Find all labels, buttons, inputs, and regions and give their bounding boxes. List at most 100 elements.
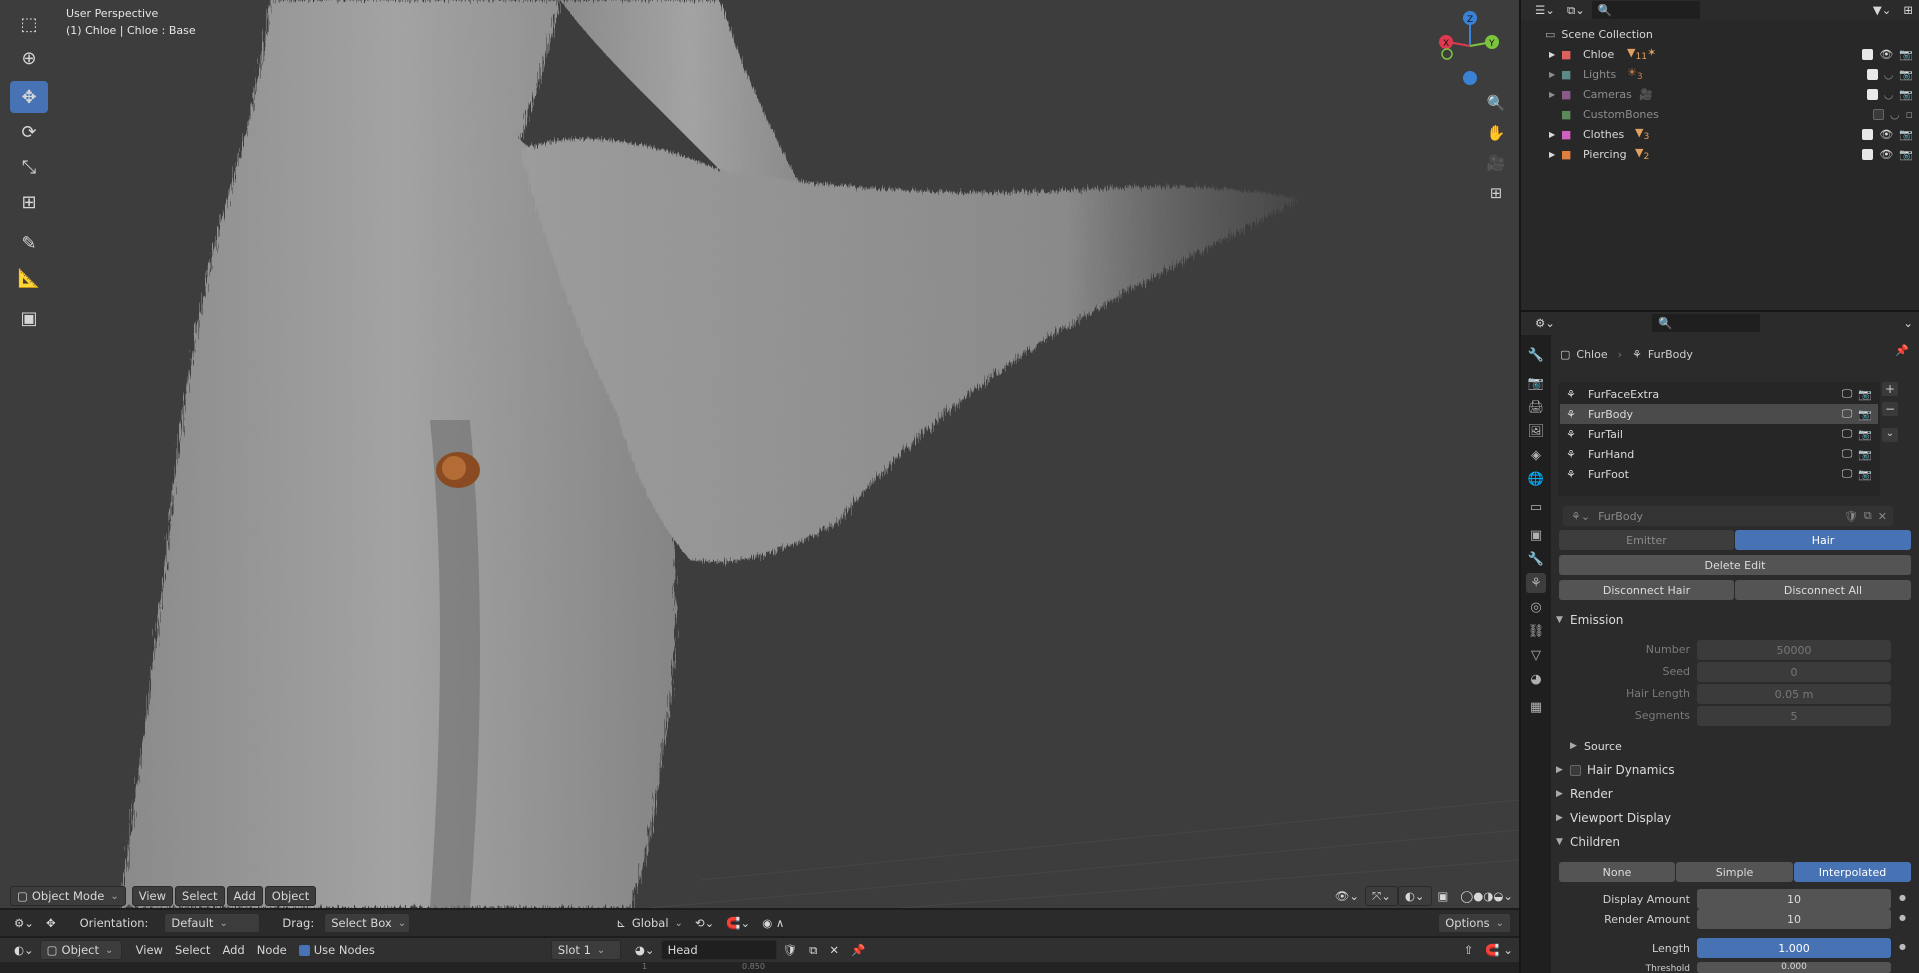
unlink-icon[interactable]: ✕ — [1878, 510, 1887, 523]
ortho-grid-icon[interactable]: ⊞ — [1482, 180, 1510, 206]
rotate-tool[interactable]: ⟳ — [10, 116, 48, 148]
segments-field[interactable]: 5 — [1697, 706, 1891, 726]
slot-select[interactable]: Slot 1 — [550, 940, 621, 960]
hair-length-field[interactable]: 0.05 m — [1697, 684, 1891, 704]
properties-editor-icon[interactable]: ⚙⌄ — [1529, 313, 1561, 333]
physics-tab-icon[interactable]: ◎ — [1526, 597, 1546, 617]
drag-select[interactable]: Select Box — [324, 913, 411, 933]
exclude-checkbox[interactable] — [1866, 88, 1878, 100]
transform-orientation-select[interactable]: ⊾ Global — [610, 913, 689, 933]
outliner-item-custombones[interactable]: ■ CustomBones ◡ ▫ — [1521, 104, 1919, 124]
node-menu-view[interactable]: View — [130, 940, 169, 960]
outliner-search[interactable]: 🔍 — [1590, 0, 1701, 20]
expand-arrow-icon[interactable]: ▶ — [1549, 150, 1561, 159]
chevron-down-icon[interactable]: ⌄ — [1882, 428, 1898, 442]
mode-select[interactable]: ▢ Object Mode — [10, 886, 126, 906]
transform-tool-icon[interactable]: ✥ — [40, 913, 62, 933]
orientation-select[interactable]: Default — [164, 913, 261, 933]
expand-arrow-icon[interactable]: ▶ — [1549, 90, 1561, 99]
node-menu-add[interactable]: Add — [216, 940, 250, 960]
material-browse-icon[interactable]: ◕⌄ — [629, 940, 661, 960]
list-item[interactable]: ⚘ FurTail 🖵 📷 — [1560, 424, 1878, 444]
expand-arrow-icon[interactable]: ▶ — [1549, 50, 1561, 59]
hair-tab[interactable]: Hair — [1735, 530, 1911, 550]
output-tab-icon[interactable]: 🖨 — [1526, 397, 1546, 417]
area-divider[interactable] — [1519, 0, 1521, 973]
material-tab-icon[interactable]: ◕ — [1526, 669, 1546, 689]
eye-closed-icon[interactable]: ◡ — [1884, 68, 1894, 81]
keyframe-dot-icon[interactable]: ● — [1899, 893, 1906, 902]
fake-user-icon[interactable]: 🛡 — [1844, 510, 1858, 523]
options-button[interactable]: Options — [1438, 913, 1511, 933]
list-item[interactable]: ⚘ FurFoot 🖵 📷 — [1560, 464, 1878, 484]
visibility-icon[interactable]: 👁⌄ — [1329, 886, 1365, 906]
eye-closed-icon[interactable]: ◡ — [1884, 88, 1894, 101]
xray-icon[interactable]: ▣ — [1432, 886, 1455, 906]
menu-object[interactable]: Object — [264, 886, 317, 906]
collection-tab-icon[interactable]: ▭ — [1526, 497, 1546, 517]
outliner-editor-icon[interactable]: ☰⌄ — [1529, 0, 1561, 20]
children-interpolated-button[interactable]: Interpolated — [1794, 862, 1911, 882]
transform-tool[interactable]: ⊞ — [10, 186, 48, 218]
expand-arrow-icon[interactable]: ▶ — [1549, 70, 1561, 79]
material-name-field[interactable]: Head — [660, 940, 777, 960]
camera-icon[interactable]: 📷 — [1858, 448, 1872, 461]
add-slot-button[interactable]: + — [1882, 382, 1898, 396]
gizmo-toggle-icon[interactable]: ⤧⌄ — [1365, 886, 1398, 906]
properties-search[interactable]: 🔍 — [1650, 313, 1761, 333]
proportional-edit-icon[interactable]: ◉ ∧ — [756, 913, 790, 933]
particles-tab-icon[interactable]: ⚘ — [1526, 573, 1546, 593]
snap-icon[interactable]: 🧲⌄ — [720, 913, 756, 933]
source-subpanel-header[interactable]: ▶ Source — [1570, 735, 1919, 757]
exclude-checkbox[interactable] — [1872, 108, 1884, 120]
duplicate-icon[interactable]: ⧉ — [803, 940, 823, 960]
exclude-checkbox[interactable] — [1862, 148, 1874, 160]
menu-view[interactable]: View — [131, 886, 174, 906]
keyframe-dot-icon[interactable]: ● — [1899, 913, 1906, 922]
3d-viewport[interactable]: User Perspective (1) Chloe | Chloe : Bas… — [0, 0, 1519, 908]
data-tab-icon[interactable]: ▽ — [1526, 645, 1546, 665]
node-menu-node[interactable]: Node — [251, 940, 293, 960]
unlink-icon[interactable]: ✕ — [823, 940, 845, 960]
remove-slot-button[interactable]: − — [1882, 402, 1898, 416]
eye-icon[interactable]: 👁 — [1879, 128, 1893, 141]
world-tab-icon[interactable]: 🌐 — [1526, 469, 1546, 489]
number-field[interactable]: 50000 — [1697, 640, 1891, 660]
hair-dynamics-checkbox[interactable] — [1570, 764, 1581, 776]
children-panel-header[interactable]: ▼ Children — [1556, 831, 1911, 853]
eye-closed-icon[interactable]: ◡ — [1890, 108, 1900, 121]
camera-icon[interactable]: 📷 — [1899, 48, 1913, 61]
exclude-checkbox[interactable] — [1862, 48, 1874, 60]
pivot-icon[interactable]: ⟲⌄ — [689, 913, 720, 933]
list-item[interactable]: ⚘ FurHand 🖵 📷 — [1560, 444, 1878, 464]
monitor-icon[interactable]: 🖵 — [1842, 447, 1853, 461]
delete-edit-button[interactable]: Delete Edit — [1559, 555, 1911, 575]
keyframe-dot-icon[interactable]: ● — [1899, 942, 1906, 951]
shading-modes[interactable]: ◯●◑◒⌄ — [1454, 886, 1519, 906]
threshold-field[interactable]: 0.000 — [1697, 962, 1891, 973]
outliner-item-piercing[interactable]: ▶ ■ Piercing ▼2 👁 📷 — [1521, 144, 1919, 164]
disconnect-hair-button[interactable]: Disconnect Hair — [1559, 580, 1734, 600]
modifier-tab-icon[interactable]: 🔧 — [1526, 549, 1546, 569]
length-field[interactable]: 1.000 — [1697, 938, 1891, 958]
chevron-down-icon[interactable]: ⌄ — [1897, 313, 1919, 333]
outliner-item-clothes[interactable]: ▶ ■ Clothes ▼3 👁 📷 — [1521, 124, 1919, 144]
overlay-toggle-icon[interactable]: ◐⌄ — [1397, 886, 1432, 906]
move-tool[interactable]: ✥ — [10, 81, 48, 113]
monitor-icon[interactable]: 🖵 — [1842, 427, 1853, 441]
expand-arrow-icon[interactable]: ▶ — [1549, 130, 1561, 139]
eye-icon[interactable]: 👁 — [1879, 148, 1893, 161]
viewport-display-panel-header[interactable]: ▶ Viewport Display — [1556, 807, 1911, 829]
duplicate-icon[interactable]: ⧉ — [1864, 509, 1872, 523]
tool-tab-icon[interactable]: 🔧 — [1526, 345, 1546, 365]
scene-tab-icon[interactable]: ◈ — [1526, 445, 1546, 465]
render-tab-icon[interactable]: 📷 — [1526, 373, 1546, 393]
parent-icon[interactable]: ⇧ — [1458, 940, 1480, 960]
menu-select[interactable]: Select — [175, 886, 225, 906]
view-layer-tab-icon[interactable]: 🖼 — [1526, 421, 1546, 441]
pin-icon[interactable]: 📌 — [1895, 344, 1909, 357]
exclude-checkbox[interactable] — [1862, 128, 1874, 140]
monitor-icon[interactable]: 🖵 — [1842, 387, 1853, 401]
camera-icon[interactable]: 📷 — [1899, 148, 1913, 161]
camera-icon[interactable]: 📷 — [1858, 468, 1872, 481]
